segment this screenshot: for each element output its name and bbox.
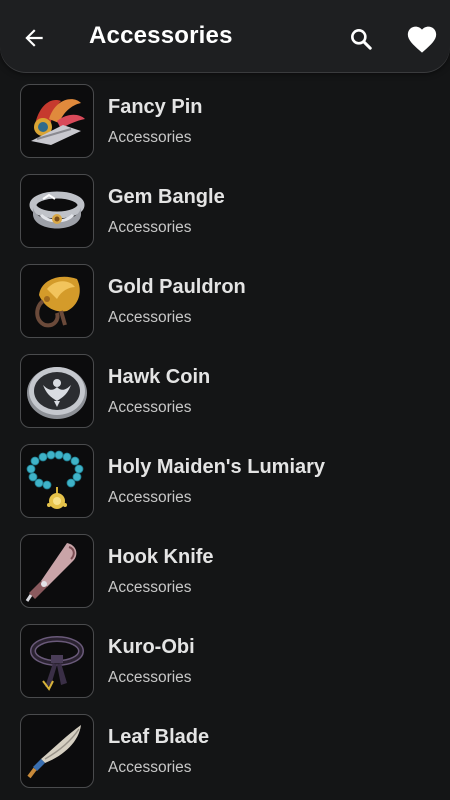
list-item[interactable]: Kuro-Obi Accessories [0,620,450,710]
back-button[interactable] [18,22,50,54]
list-item[interactable]: Fancy Pin Accessories [0,80,450,170]
list-item[interactable]: Gold Pauldron Accessories [0,260,450,350]
item-category: Accessories [108,489,192,506]
item-name: Fancy Pin [108,96,203,118]
item-category: Accessories [108,399,192,416]
arrow-left-icon [25,29,43,47]
list-item[interactable]: Leaf Blade Accessories [0,710,450,800]
kuro-obi-image [20,624,94,698]
page-title: Accessories [89,22,233,49]
item-name: Gem Bangle [108,186,225,208]
hook-knife-image [20,534,94,608]
item-category: Accessories [108,219,192,236]
item-category: Accessories [108,129,192,146]
item-name: Holy Maiden's Lumiary [108,456,326,478]
list-item[interactable]: Gem Bangle Accessories [0,170,450,260]
gold-pauldron-image [20,264,94,338]
favorites-button[interactable] [402,20,442,56]
item-name: Gold Pauldron [108,276,246,298]
app-bar: Accessories [0,0,450,72]
item-category: Accessories [108,309,192,326]
fancy-pin-image [20,84,94,158]
item-category: Accessories [108,759,192,776]
search-button[interactable] [346,24,376,54]
item-name: Kuro-Obi [108,636,195,658]
heart-icon [407,26,437,53]
gem-bangle-image [20,174,94,248]
list-item[interactable]: Holy Maiden's Lumiary Accessories [0,440,450,530]
item-name: Hawk Coin [108,366,211,388]
leaf-blade-image [20,714,94,788]
item-name: Leaf Blade [108,726,210,748]
item-category: Accessories [108,579,192,596]
item-category: Accessories [108,669,192,686]
hawk-coin-image [20,354,94,428]
accessories-list: Fancy Pin Accessories Gem Bangle Accesso… [0,80,450,800]
item-name: Hook Knife [108,546,214,568]
holy-maidens-lumiary-image [20,444,94,518]
list-item[interactable]: Hawk Coin Accessories [0,350,450,440]
search-icon [351,29,372,50]
list-item[interactable]: Hook Knife Accessories [0,530,450,620]
